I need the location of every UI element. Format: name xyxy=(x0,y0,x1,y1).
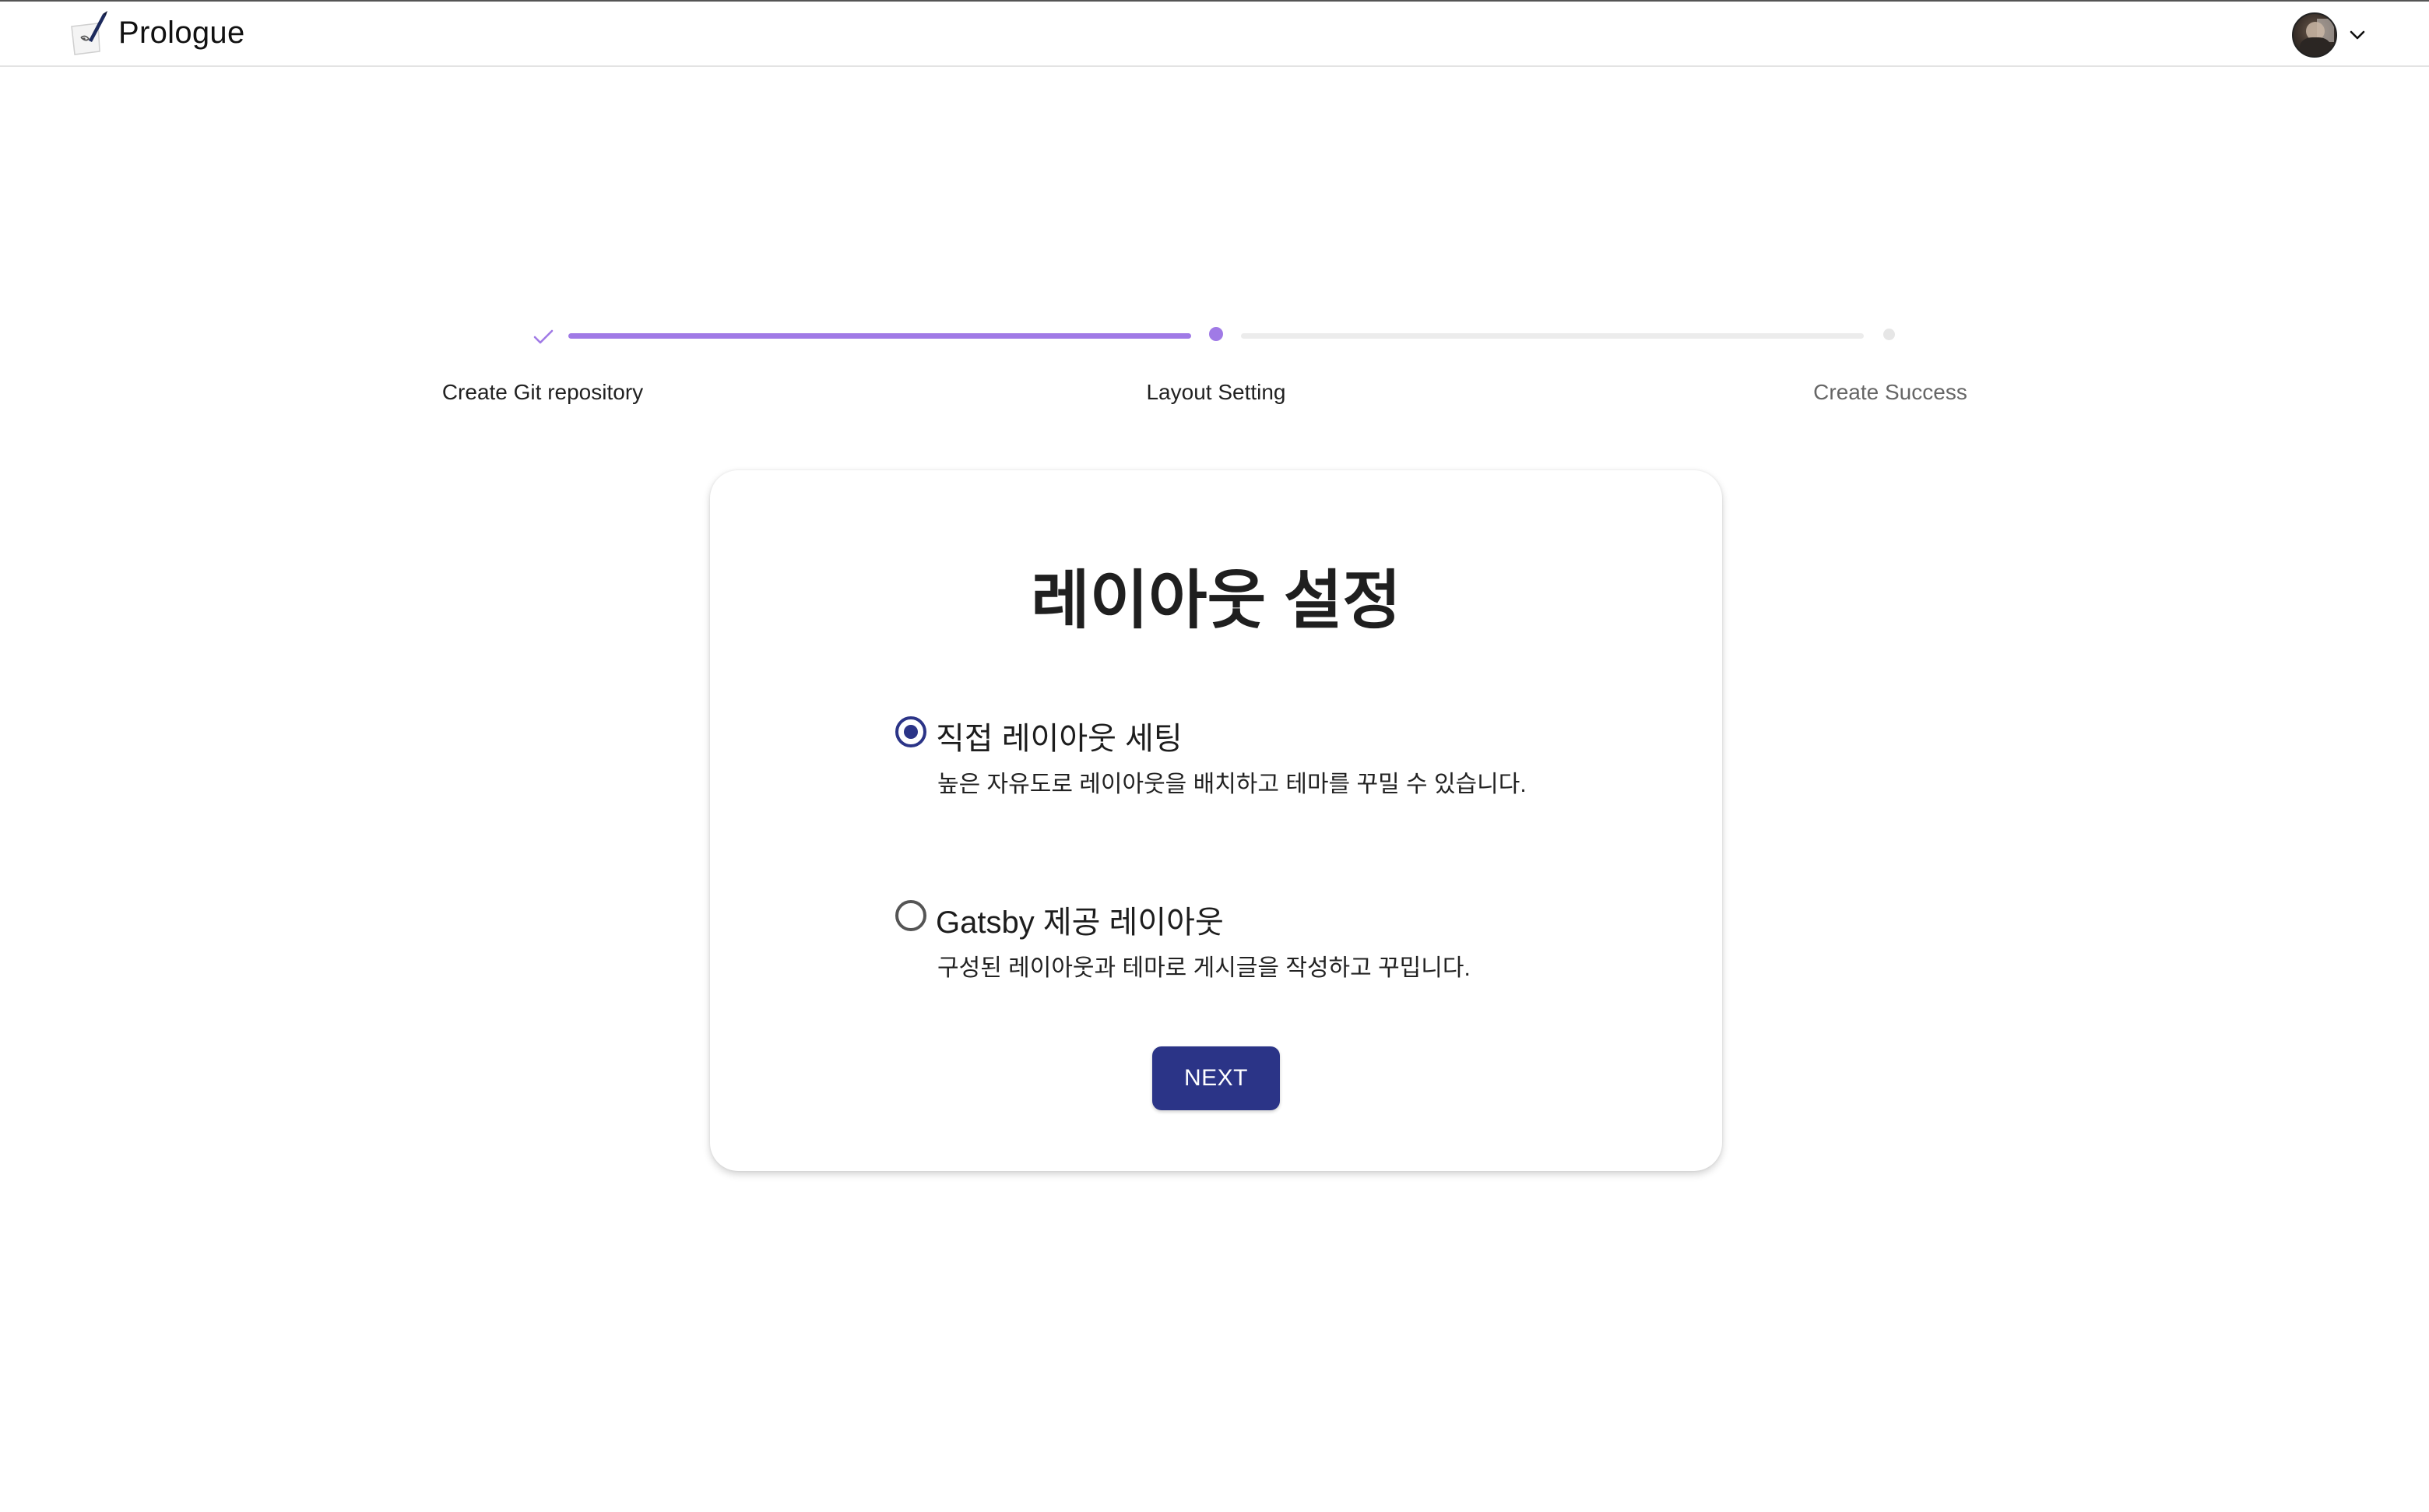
stepper-connector-completed xyxy=(568,333,1191,339)
stepper-connector-pending xyxy=(1241,333,1864,339)
option-description: 구성된 레이아웃과 테마로 게시글을 작성하고 꾸밉니다. xyxy=(937,955,1471,981)
top-bar: Prologue xyxy=(0,0,2429,67)
radio-custom-layout[interactable] xyxy=(895,716,926,747)
page: Prologue Create Git repository Layout Se… xyxy=(0,0,2429,1512)
chevron-down-icon[interactable] xyxy=(2348,26,2367,44)
profile-menu[interactable] xyxy=(2292,11,2367,59)
step-label-create-success: Create Success xyxy=(1813,380,1967,404)
check-icon xyxy=(533,329,554,344)
next-button[interactable]: NEXT xyxy=(1152,1046,1280,1110)
page-title: 레이아웃 설정 xyxy=(1031,565,1401,636)
layout-setting-card: 레이아웃 설정 직접 레이아웃 세팅 높은 자유도로 레이아웃을 배치하고 테마… xyxy=(710,470,1722,1171)
quill-paper-logo[interactable] xyxy=(69,9,109,58)
step-label-create-git-repository: Create Git repository xyxy=(441,380,644,404)
step-indicator-active xyxy=(1209,327,1223,341)
option-title[interactable]: Gatsby 제공 레이아웃 xyxy=(936,897,1224,942)
option-title[interactable]: 직접 레이아웃 세팅 xyxy=(936,713,1183,758)
radio-gatsby-layout[interactable] xyxy=(895,900,926,931)
step-label-layout-setting: Layout Setting xyxy=(1146,380,1286,404)
avatar[interactable] xyxy=(2292,12,2337,58)
app-title[interactable]: Prologue xyxy=(118,16,245,51)
step-indicator-pending xyxy=(1883,329,1895,340)
option-description: 높은 자유도로 레이아웃을 배치하고 테마를 꾸밀 수 있습니다. xyxy=(937,772,1527,797)
